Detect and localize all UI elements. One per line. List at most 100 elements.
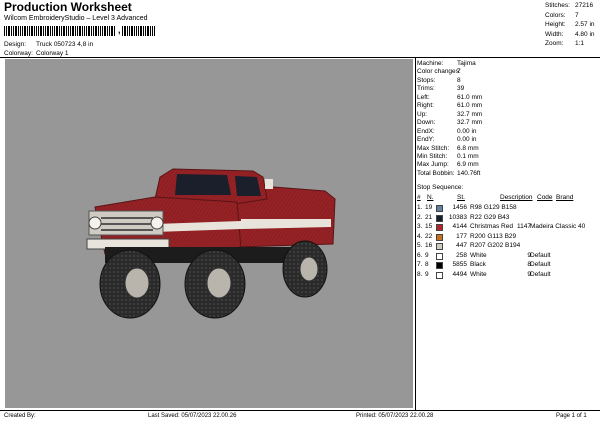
info-label: Total Bobbin:	[417, 169, 455, 177]
stat-zoom: Zoom: 1:1	[545, 39, 595, 49]
stop-sequence-title-text: Stop Sequence:	[417, 184, 464, 191]
info-row: Max Stitch: 6.8 mm	[417, 145, 482, 153]
row-needle: 19	[425, 204, 433, 211]
table-row: 3. 15 4144 Christmas Red 1147 Madeira Classic…	[417, 223, 600, 232]
info-label: EndY:	[417, 136, 435, 144]
row-index: 1.	[417, 204, 423, 211]
info-label: Min Stitch:	[417, 152, 448, 160]
info-row: Down: 32.7 mm	[417, 119, 482, 127]
last-saved: Last Saved: 05/07/2023 22.00.26	[148, 413, 237, 419]
info-row: Total Bobbin: 140.76ft	[417, 170, 482, 178]
row-needle: 8	[425, 261, 429, 268]
stat-value: 27216	[575, 2, 594, 9]
design-row: Design: Truck 050723 4,8 in	[4, 41, 93, 48]
row-description: White	[470, 270, 487, 278]
row-needle: 21	[425, 213, 433, 221]
stat-value: 4.80 in	[575, 30, 595, 38]
row-needle: 9	[425, 270, 429, 278]
created-by: Created By:	[4, 413, 36, 419]
header-n2: N.	[427, 194, 434, 201]
table-row: 6. 9 258 White 9 Default	[417, 252, 600, 261]
info-label: Max Stitch:	[417, 144, 450, 152]
row-stitches: 5855	[452, 261, 467, 268]
info-label: Up:	[417, 110, 428, 118]
row-description: R200 G113 B29	[470, 232, 517, 240]
software-subtitle: Wilcom EmbroideryStudio – Level 3 Advanc…	[4, 15, 148, 22]
info-value: 140.76ft	[457, 169, 481, 177]
color-swatch	[436, 233, 443, 241]
info-row: EndY: 0.00 in	[417, 136, 482, 144]
stat-value: 7	[575, 11, 579, 19]
header-n: #	[417, 194, 421, 201]
row-stitches: 258	[456, 251, 467, 259]
info-label: Right:	[417, 102, 434, 110]
barcode-separator: ,	[118, 25, 121, 35]
row-code: 9	[527, 251, 531, 259]
row-stitches: 4144	[452, 223, 467, 230]
row-index: 4.	[417, 232, 423, 240]
color-swatch	[436, 205, 443, 212]
info-label: Stops:	[417, 76, 436, 84]
stat-height: Height: 2.57 in	[545, 20, 595, 30]
barcode-secondary	[122, 26, 155, 36]
table-row: 8. 9 4494 White 9 Default	[417, 271, 600, 280]
row-brand: Default	[530, 251, 551, 259]
row-index: 3.	[417, 223, 423, 230]
info-value: 6.8 mm	[457, 144, 479, 152]
info-label: Max Jump:	[417, 161, 449, 169]
printed-date: Printed: 05/07/2023 22.00.28	[356, 413, 434, 419]
stat-width: Width: 4.80 in	[545, 30, 595, 40]
color-swatch	[436, 252, 443, 260]
stat-label: Zoom:	[545, 40, 564, 48]
row-index: 7.	[417, 261, 423, 268]
color-swatch	[436, 214, 443, 222]
worksheet-title: Production Worksheet	[4, 0, 132, 14]
table-row: 1. 19 1456 R98 G129 B158	[417, 204, 600, 213]
info-value: 7	[457, 68, 461, 76]
info-value: 0.00 in	[457, 136, 477, 144]
stat-label: Height:	[545, 21, 566, 29]
stat-colors: Colors: 7	[545, 11, 595, 21]
panel-divider	[415, 57, 416, 410]
row-description: White	[470, 251, 487, 259]
info-label: EndX:	[417, 127, 435, 135]
machine-info-panel: Machine: Tajima Color changes:7 Stops: 8 T…	[417, 60, 482, 178]
row-brand: Madeira Classic 40	[530, 223, 586, 230]
info-value: 61.0 mm	[457, 102, 483, 110]
color-swatch	[436, 243, 443, 250]
info-value: 32.7 mm	[457, 119, 483, 127]
table-row: 2. 21 10383 R22 G29 B43	[417, 214, 600, 223]
info-label: Left:	[417, 93, 430, 101]
info-row: Machine: Tajima	[417, 60, 482, 68]
info-label: Color changes:	[417, 68, 461, 76]
color-swatch	[436, 271, 443, 279]
row-stitches: 1456	[452, 204, 467, 211]
row-index: 8.	[417, 270, 423, 278]
row-stitches: 10383	[448, 213, 467, 221]
info-value: 39	[457, 85, 465, 93]
info-row: Min Stitch: 0.1 mm	[417, 153, 482, 161]
barcode	[4, 26, 115, 36]
row-description: R207 G202 B194	[470, 242, 521, 249]
row-index: 6.	[417, 251, 423, 259]
info-label: Trims:	[417, 85, 435, 93]
info-row: Trims: 39	[417, 85, 482, 93]
info-value: 0.00 in	[457, 127, 477, 135]
stat-value: 2.57 in	[575, 21, 595, 29]
info-row: Stops: 8	[417, 77, 482, 85]
design-label: Design:	[4, 41, 27, 48]
design-value: Truck 050723 4,8 in	[36, 41, 94, 48]
row-stitches: 4494	[452, 270, 467, 278]
info-value: 61.0 mm	[457, 93, 483, 101]
row-code: 1147	[517, 223, 531, 230]
info-label: Down:	[417, 119, 436, 127]
stat-label: Colors:	[545, 11, 566, 19]
row-description: R98 G129 B158	[470, 204, 517, 211]
table-row: 4. 22 177 R200 G113 B29	[417, 233, 600, 242]
colorway-label: Colorway:	[4, 50, 33, 57]
row-brand: Default	[530, 261, 551, 268]
stat-value: 1:1	[575, 40, 585, 48]
info-row: Left: 61.0 mm	[417, 94, 482, 102]
header-divider	[0, 57, 600, 58]
row-needle: 22	[425, 232, 433, 240]
